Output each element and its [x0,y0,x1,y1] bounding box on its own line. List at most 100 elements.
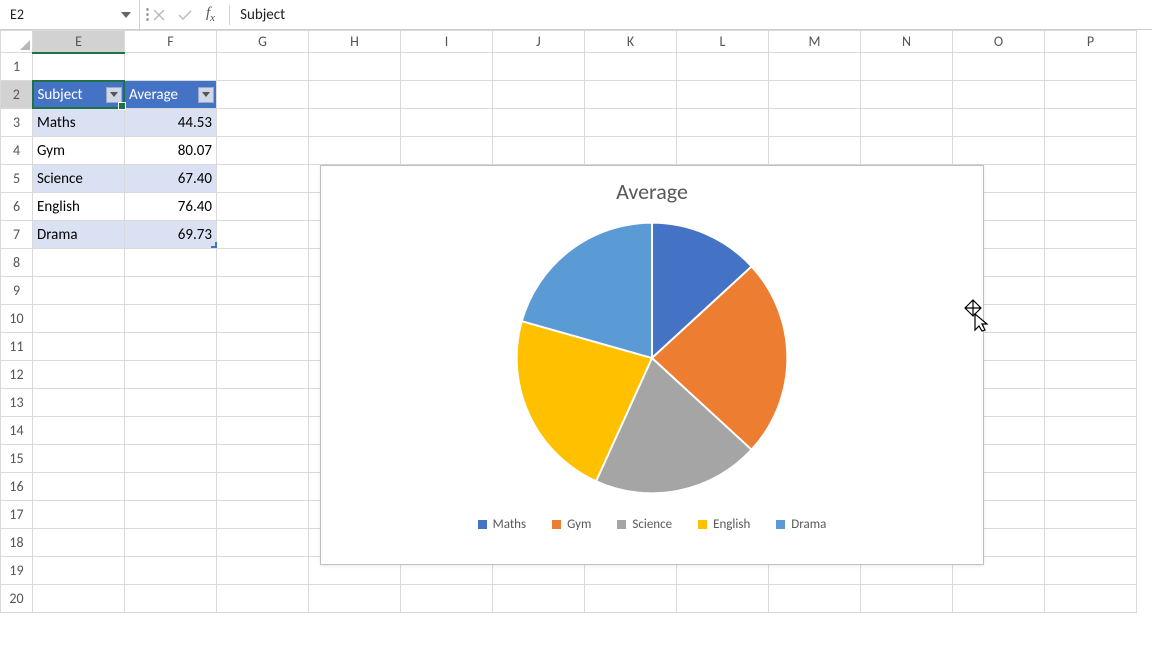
cell[interactable] [125,473,217,501]
cell[interactable] [1045,529,1137,557]
chevron-down-icon[interactable] [119,12,133,18]
row-header[interactable]: 10 [1,305,33,333]
cell[interactable] [493,137,585,165]
cell[interactable] [1045,585,1137,613]
row-header[interactable]: 6 [1,193,33,221]
cell[interactable] [1045,109,1137,137]
cell[interactable] [125,445,217,473]
cell[interactable]: 76.40 [125,193,217,221]
cell[interactable] [217,417,309,445]
cell[interactable] [585,109,677,137]
cell[interactable] [953,81,1045,109]
cell[interactable] [217,249,309,277]
select-all-corner[interactable] [1,31,33,53]
chart-object[interactable]: Average MathsGymScienceEnglishDrama [320,165,984,565]
cell[interactable] [309,109,401,137]
row-header[interactable]: 12 [1,361,33,389]
col-header[interactable]: E [33,31,125,53]
cell[interactable] [125,277,217,305]
row-header[interactable]: 13 [1,389,33,417]
cell[interactable] [125,53,217,81]
col-header[interactable]: F [125,31,217,53]
cell[interactable]: Gym [33,137,125,165]
cell[interactable] [1045,557,1137,585]
cell[interactable] [401,109,493,137]
cell[interactable] [217,473,309,501]
filter-dropdown-button[interactable] [198,87,214,103]
cell[interactable] [953,585,1045,613]
row-header[interactable]: 15 [1,445,33,473]
cell[interactable] [1045,165,1137,193]
cell[interactable]: 80.07 [125,137,217,165]
col-header[interactable]: M [769,31,861,53]
cell[interactable] [217,193,309,221]
cell[interactable] [861,81,953,109]
row-header[interactable]: 4 [1,137,33,165]
col-header[interactable]: N [861,31,953,53]
cell[interactable] [217,109,309,137]
row-header[interactable]: 1 [1,53,33,81]
cell[interactable] [585,585,677,613]
cell[interactable] [33,557,125,585]
cell[interactable] [125,305,217,333]
row-header[interactable]: 5 [1,165,33,193]
row-header[interactable]: 11 [1,333,33,361]
cell[interactable] [1045,333,1137,361]
col-header[interactable]: G [217,31,309,53]
col-header[interactable]: O [953,31,1045,53]
cell[interactable] [493,81,585,109]
cell[interactable] [33,389,125,417]
row-header[interactable]: 17 [1,501,33,529]
cell[interactable] [401,81,493,109]
cell[interactable] [217,333,309,361]
col-header[interactable]: H [309,31,401,53]
formula-input[interactable]: Subject [230,0,1152,29]
cell[interactable] [217,81,309,109]
worksheet-grid[interactable]: E F G H I J K L M N O P 12SubjectAverage… [0,30,1152,648]
chart-plot-area[interactable] [321,213,983,503]
chart-legend[interactable]: MathsGymScienceEnglishDrama [321,517,983,532]
cell[interactable] [861,109,953,137]
cell[interactable] [217,277,309,305]
cell[interactable] [493,109,585,137]
row-header[interactable]: 18 [1,529,33,557]
cell[interactable] [677,585,769,613]
cell[interactable] [217,165,309,193]
row-header[interactable]: 2 [1,81,33,109]
cell[interactable] [125,249,217,277]
cell[interactable] [953,109,1045,137]
cell[interactable] [309,53,401,81]
row-header[interactable]: 7 [1,221,33,249]
cell[interactable]: Subject [33,81,125,109]
cell[interactable]: 44.53 [125,109,217,137]
cell[interactable] [401,585,493,613]
cell[interactable] [125,585,217,613]
cell[interactable] [217,389,309,417]
cell[interactable]: English [33,193,125,221]
cell[interactable] [493,53,585,81]
cell[interactable] [217,529,309,557]
cell[interactable] [1045,501,1137,529]
cell[interactable] [33,529,125,557]
cell[interactable] [217,585,309,613]
cell[interactable] [125,557,217,585]
cell[interactable] [309,137,401,165]
cell[interactable] [769,53,861,81]
cell[interactable] [33,445,125,473]
cell[interactable] [1045,417,1137,445]
cell[interactable] [1045,277,1137,305]
fx-icon[interactable]: fx [206,5,215,24]
cell[interactable] [309,585,401,613]
cell[interactable] [401,53,493,81]
chart-title[interactable]: Average [321,178,983,205]
cell[interactable] [585,81,677,109]
cell[interactable] [33,585,125,613]
cell[interactable] [33,305,125,333]
cell[interactable] [677,137,769,165]
cell[interactable] [1045,389,1137,417]
cell[interactable] [1045,81,1137,109]
row-header[interactable]: 8 [1,249,33,277]
cell[interactable] [861,585,953,613]
cell[interactable] [1045,445,1137,473]
cell[interactable] [217,557,309,585]
